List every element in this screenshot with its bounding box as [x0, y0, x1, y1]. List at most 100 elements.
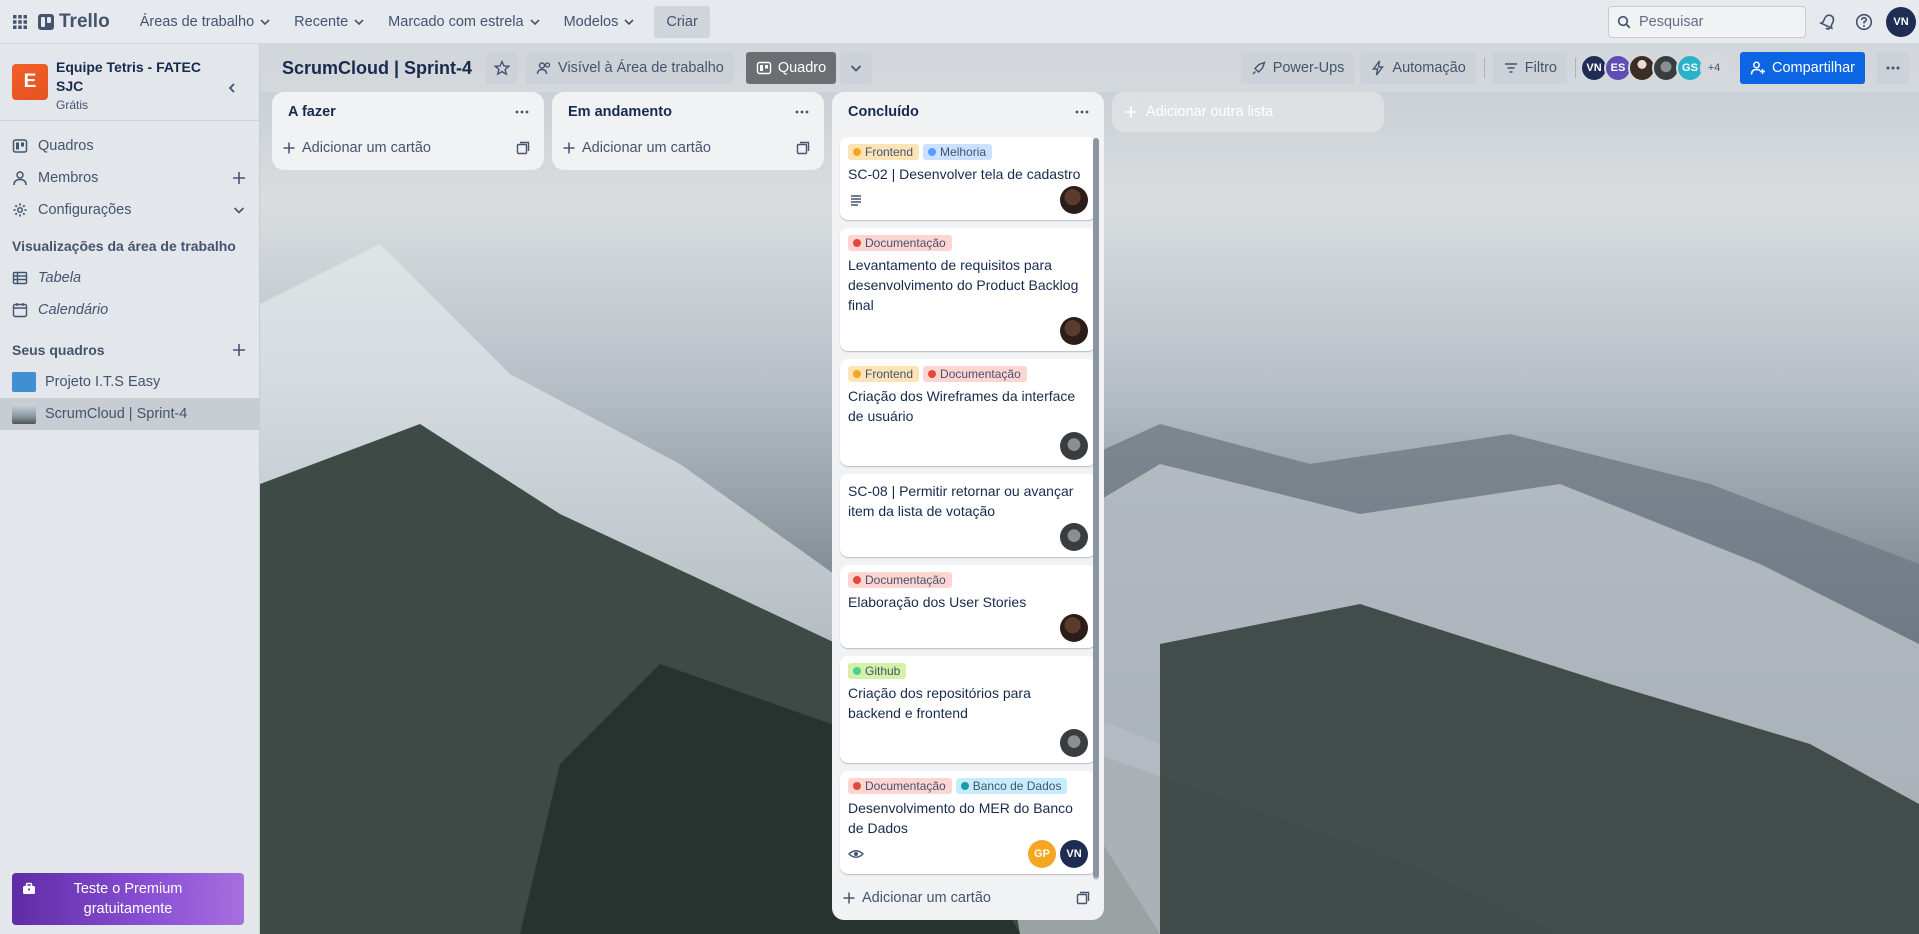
card-member-avatar[interactable]: GP [1028, 840, 1056, 868]
label-documentacao[interactable]: Documentação [923, 366, 1027, 382]
list-header[interactable]: A fazer [272, 92, 544, 132]
card-template-icon[interactable] [516, 141, 530, 155]
add-card-button[interactable]: Adicionar um cartão [552, 132, 824, 164]
automation-button[interactable]: Automação [1360, 52, 1476, 84]
collapse-sidebar-icon[interactable] [222, 78, 242, 98]
board-menu-button[interactable] [1877, 52, 1909, 84]
board-title[interactable]: ScrumCloud | Sprint-4 [270, 58, 478, 79]
board-icon [12, 139, 28, 153]
label-color-dot [928, 148, 937, 156]
sidebar-item-settings[interactable]: Configurações [0, 194, 259, 226]
card-sc08[interactable]: SC-08 | Permitir retornar ou avançar ite… [840, 474, 1096, 557]
card-member-avatar[interactable] [1060, 729, 1088, 757]
workspace-name[interactable]: Equipe Tetris - FATEC SJC [56, 58, 206, 96]
premium-label: Teste o Premium gratuitamente [73, 881, 183, 917]
card-user-stories[interactable]: Documentação Elaboração dos User Stories [840, 565, 1096, 648]
recent-menu[interactable]: Recente [282, 6, 376, 38]
label-documentacao[interactable]: Documentação [848, 778, 952, 794]
visibility-button[interactable]: Visível à Área de trabalho [526, 52, 734, 84]
list-title[interactable]: A fazer [288, 104, 336, 120]
card-template-icon[interactable] [1076, 891, 1090, 905]
sidebar-item-table-view[interactable]: Tabela [0, 262, 259, 294]
apps-grid-icon[interactable] [8, 10, 32, 34]
label-frontend[interactable]: Frontend [848, 144, 920, 160]
card-title: Criação dos repositórios para backend e … [848, 685, 1031, 721]
chevron-down-icon [260, 18, 270, 25]
label-github[interactable]: Github [848, 663, 907, 679]
card-repositorios[interactable]: Github Criação dos repositórios para bac… [840, 656, 1096, 763]
card-wireframes[interactable]: Frontend Documentação Criação dos Wirefr… [840, 359, 1096, 466]
add-card-button[interactable]: Adicionar um cartão [832, 882, 1104, 914]
card-member-avatar[interactable] [1060, 614, 1088, 642]
sidebar-item-boards[interactable]: Quadros [0, 130, 259, 162]
list-title[interactable]: Concluído [848, 104, 919, 120]
add-card-button[interactable]: Adicionar um cartão [272, 132, 544, 164]
card-member-avatar[interactable] [1060, 317, 1088, 345]
card-member-avatar[interactable] [1060, 432, 1088, 460]
label-documentacao[interactable]: Documentação [848, 235, 952, 251]
calendar-icon [12, 303, 28, 318]
user-avatar[interactable]: VN [1886, 7, 1916, 37]
people-icon [536, 62, 551, 75]
sidebar-item-members[interactable]: Membros [0, 162, 259, 194]
search-input[interactable]: Pesquisar [1608, 6, 1806, 38]
label-frontend[interactable]: Frontend [848, 366, 920, 382]
add-member-icon[interactable] [231, 170, 247, 186]
star-icon [494, 60, 511, 76]
card-sc02[interactable]: Frontend Melhoria SC-02 | Desenvolver te… [840, 137, 1096, 220]
sidebar-board-scrumcloud[interactable]: ScrumCloud | Sprint-4 [0, 398, 259, 430]
create-button[interactable]: Criar [654, 5, 710, 38]
chevron-down-icon[interactable] [231, 202, 247, 218]
share-button[interactable]: Compartilhar [1740, 52, 1865, 84]
premium-trial-button[interactable]: Teste o Premium gratuitamente [12, 873, 244, 925]
list-header[interactable]: Concluído [832, 92, 1104, 132]
list-menu-icon[interactable] [1072, 102, 1092, 122]
label-banco-de-dados[interactable]: Banco de Dados [955, 778, 1068, 794]
list-scrollbar[interactable] [1093, 138, 1099, 880]
filter-button[interactable]: Filtro [1492, 52, 1567, 84]
add-board-icon[interactable] [231, 342, 247, 358]
card-member-avatar[interactable] [1060, 523, 1088, 551]
scrollbar-thumb[interactable] [1093, 138, 1099, 878]
trello-logo[interactable]: Trello [38, 11, 110, 33]
sidebar-item-calendar-view[interactable]: Calendário [0, 294, 259, 326]
help-icon[interactable] [1852, 10, 1876, 34]
label-melhoria[interactable]: Melhoria [923, 144, 993, 160]
add-list-button[interactable]: Adicionar outra lista [1112, 92, 1384, 132]
list-header[interactable]: Em andamento [552, 92, 824, 132]
workspace-logo[interactable]: E [12, 64, 48, 100]
card-levantamento-requisitos[interactable]: Documentação Levantamento de requisitos … [840, 228, 1096, 351]
starred-menu[interactable]: Marcado com estrela [376, 6, 551, 38]
label-color-dot [853, 239, 861, 247]
notification-bell-icon[interactable] [1816, 10, 1840, 34]
chevron-down-icon [529, 18, 540, 25]
sidebar-board-its-easy[interactable]: Projeto I.T.S Easy [0, 366, 259, 398]
menu-label: Recente [294, 13, 349, 30]
label-documentacao[interactable]: Documentação [848, 572, 952, 588]
board-members: VN ES GS +4 [1580, 54, 1728, 82]
menu-label: Marcado com estrela [388, 13, 524, 30]
card-template-icon[interactable] [796, 141, 810, 155]
list-title[interactable]: Em andamento [568, 104, 672, 120]
powerups-button[interactable]: Power-Ups [1240, 52, 1355, 84]
list-menu-icon[interactable] [512, 102, 532, 122]
label-color-dot [928, 370, 937, 378]
card-mer-banco[interactable]: Documentação Banco de Dados Desenvolvime… [840, 771, 1096, 874]
card-member-avatar[interactable] [1060, 186, 1088, 214]
table-icon [12, 271, 28, 285]
more-members-badge[interactable]: +4 [1700, 54, 1728, 82]
label-text: Frontend [865, 145, 914, 159]
list-menu-icon[interactable] [792, 102, 812, 122]
card-title: Criação dos Wireframes da interface de u… [848, 388, 1076, 424]
sidebar-item-label: Quadros [38, 138, 94, 154]
templates-menu[interactable]: Modelos [552, 6, 647, 38]
workspaces-menu[interactable]: Áreas de trabalho [128, 6, 282, 38]
add-card-label: Adicionar um cartão [582, 140, 711, 156]
views-dropdown-button[interactable] [840, 52, 873, 84]
board-view-button[interactable]: Quadro [745, 52, 837, 84]
card-footer [848, 317, 1088, 345]
label-text: Frontend [865, 367, 914, 381]
star-board-button[interactable] [486, 52, 519, 84]
card-member-avatar[interactable]: VN [1060, 840, 1088, 868]
section-label: Seus quadros [12, 342, 105, 358]
